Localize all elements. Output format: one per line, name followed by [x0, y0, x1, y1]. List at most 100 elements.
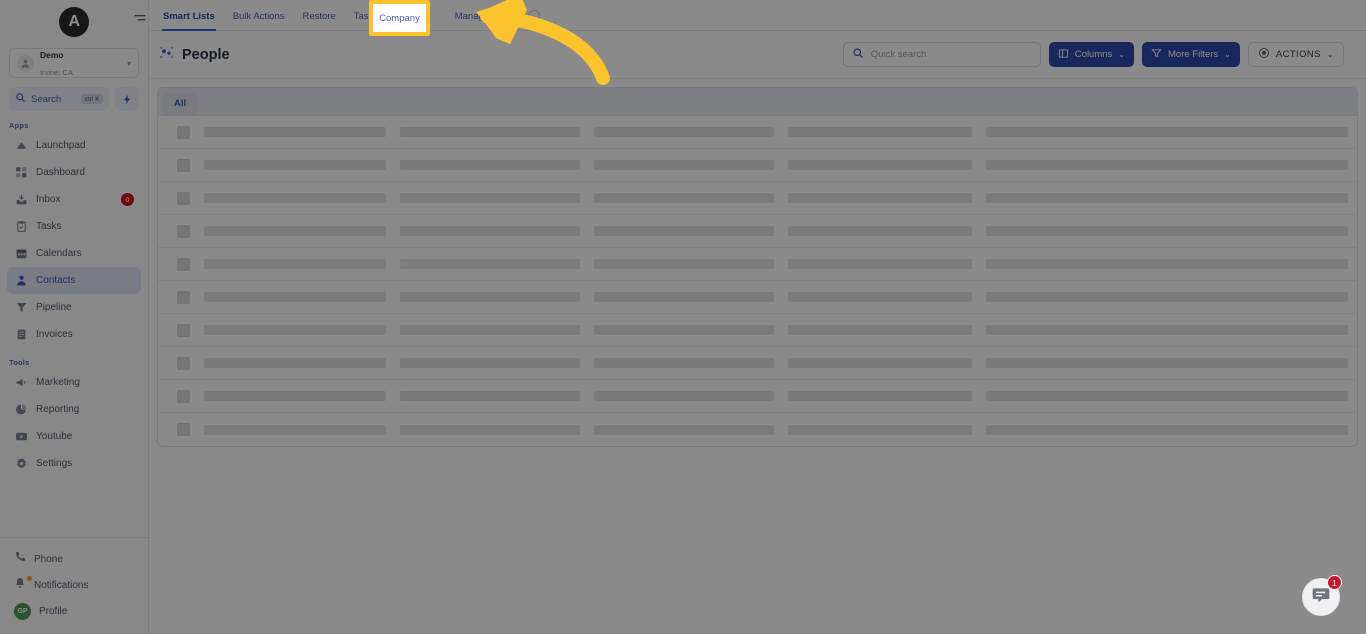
table-row[interactable]	[158, 248, 1357, 281]
skeleton-cell	[788, 193, 972, 203]
tab-bulk-actions[interactable]: Bulk Actions	[224, 11, 294, 30]
row-checkbox[interactable]	[177, 125, 190, 139]
sidebar-item-pipeline[interactable]: Pipeline	[7, 294, 141, 321]
sidebar-item-reporting[interactable]: Reporting	[7, 396, 141, 423]
skeleton-cell	[400, 325, 580, 335]
skeleton-cell	[986, 391, 1348, 401]
chat-widget-button[interactable]: 1	[1302, 575, 1342, 616]
contacts-icon	[14, 274, 28, 288]
nav-section-label-apps: Apps	[9, 121, 29, 130]
skeleton-cell	[788, 160, 972, 170]
search-input[interactable]: Search ctrl K	[9, 87, 109, 111]
tab-manage-smart-lists[interactable]: Manage Sm	[446, 11, 515, 30]
sidebar-item-label: Dashboard	[36, 167, 85, 178]
lightning-bolt-icon[interactable]	[115, 87, 139, 111]
skeleton-cell	[986, 424, 1348, 435]
skeleton-cell	[400, 424, 580, 435]
sidebar-item-notifications[interactable]: Notifications	[7, 572, 141, 598]
row-checkbox[interactable]	[177, 224, 190, 238]
row-checkbox[interactable]	[177, 323, 190, 337]
launchpad-icon	[14, 139, 28, 153]
toolbar-divider	[520, 9, 522, 23]
actions-icon	[1258, 47, 1270, 62]
sidebar-item-label: Youtube	[36, 431, 73, 442]
sidebar-item-launchpad[interactable]: Launchpad	[7, 132, 141, 159]
main-content: Smart Lists Bulk Actions Restore Tasks C…	[134, 0, 1366, 634]
row-checkbox[interactable]	[177, 257, 190, 271]
sidebar: A Demo Irvine, CA ▾ Search ctrl K Apps L…	[0, 0, 149, 634]
sidebar-item-profile[interactable]: GP Profile	[7, 598, 141, 624]
table-row[interactable]	[158, 413, 1357, 446]
columns-button[interactable]: Columns ⌄	[1048, 42, 1134, 67]
pipeline-icon	[14, 301, 28, 315]
page-header: People Quick search Columns ⌄ More Filte…	[149, 31, 1366, 79]
table-row[interactable]	[158, 281, 1357, 314]
row-checkbox[interactable]	[177, 389, 190, 403]
sidebar-item-youtube[interactable]: Youtube	[7, 423, 141, 450]
sidebar-item-phone[interactable]: Phone	[7, 546, 141, 572]
gear-icon	[14, 457, 28, 471]
people-icon	[159, 45, 174, 65]
skeleton-cell	[594, 259, 774, 269]
sidebar-item-invoices[interactable]: Invoices	[7, 321, 141, 348]
contacts-table: All	[157, 87, 1358, 447]
skeleton-cell	[204, 325, 386, 335]
skeleton-cell	[204, 160, 386, 170]
brand-logo[interactable]: A	[59, 7, 89, 37]
chat-unread-badge: 1	[1327, 575, 1342, 590]
table-row[interactable]	[158, 116, 1357, 149]
row-checkbox[interactable]	[177, 191, 190, 205]
workspace-avatar-icon	[17, 54, 34, 72]
row-checkbox[interactable]	[177, 158, 190, 172]
sidebar-item-label: Inbox	[36, 194, 61, 205]
skeleton-cell	[400, 127, 580, 137]
sidebar-item-label: Marketing	[36, 377, 80, 388]
quick-search-input[interactable]: Quick search	[842, 42, 1041, 67]
actions-button[interactable]: ACTIONS ⌄	[1247, 42, 1344, 67]
skeleton-cell	[594, 358, 774, 368]
table-row[interactable]	[158, 149, 1357, 182]
help-circle-icon[interactable]	[527, 10, 540, 22]
sidebar-item-calendars[interactable]: Calendars	[7, 240, 141, 267]
table-row[interactable]	[158, 347, 1357, 380]
skeleton-cell	[986, 193, 1348, 203]
table-row[interactable]	[158, 314, 1357, 347]
sidebar-item-inbox[interactable]: Inbox 0	[7, 186, 141, 213]
tab-restore[interactable]: Restore	[294, 11, 345, 30]
search-shortcut-badge: ctrl K	[81, 94, 103, 104]
list-tab-all[interactable]: All	[163, 93, 198, 115]
sidebar-item-tasks[interactable]: Tasks	[7, 213, 141, 240]
skeleton-cell	[204, 391, 386, 401]
sidebar-item-label: Notifications	[34, 579, 89, 591]
skeleton-cell	[204, 358, 386, 368]
table-row[interactable]	[158, 182, 1357, 215]
phone-icon	[14, 550, 26, 568]
more-filters-button[interactable]: More Filters ⌄	[1142, 42, 1240, 67]
sidebar-item-settings[interactable]: Settings	[7, 450, 141, 477]
row-checkbox[interactable]	[177, 423, 190, 436]
skeleton-cell	[204, 193, 386, 203]
sidebar-item-contacts[interactable]: Contacts	[7, 267, 141, 294]
page-title-wrap: People	[159, 45, 230, 65]
skeleton-cell	[594, 424, 774, 435]
workspace-switcher[interactable]: Demo Irvine, CA ▾	[9, 48, 139, 78]
table-row[interactable]	[158, 215, 1357, 248]
row-checkbox[interactable]	[177, 356, 190, 370]
skeleton-cell	[400, 391, 580, 401]
sidebar-item-marketing[interactable]: Marketing	[7, 369, 141, 396]
skeleton-cell	[986, 259, 1348, 269]
skeleton-cell	[594, 292, 774, 302]
sidebar-item-dashboard[interactable]: Dashboard	[7, 159, 141, 186]
sidebar-item-label: Pipeline	[36, 302, 72, 313]
tab-tasks[interactable]: Tasks	[345, 11, 387, 30]
collapse-sidebar-icon[interactable]	[133, 11, 147, 23]
tab-smart-lists[interactable]: Smart Lists	[154, 11, 224, 31]
chevron-down-icon: ▾	[126, 58, 131, 68]
dashboard-icon	[14, 166, 28, 180]
notification-alert-dot	[27, 576, 32, 581]
sidebar-nav: Apps Launchpad Dashboard Inbox 0 Tasks C…	[0, 111, 148, 537]
row-checkbox[interactable]	[177, 290, 190, 304]
tasks-icon	[14, 220, 28, 234]
table-row[interactable]	[158, 380, 1357, 413]
skeleton-cell	[788, 127, 972, 137]
